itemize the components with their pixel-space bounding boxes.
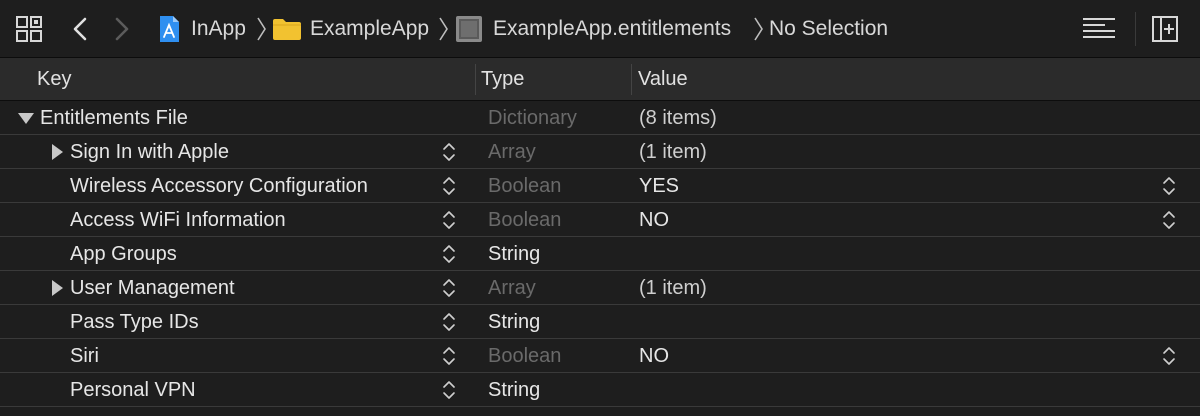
row-value[interactable]: (1 item) (639, 271, 707, 305)
row-type[interactable]: Dictionary (488, 101, 577, 135)
table-row[interactable]: Siri Boolean NO (0, 339, 1200, 373)
row-type[interactable]: Boolean (488, 203, 561, 237)
type-stepper-icon[interactable] (442, 174, 456, 198)
value-stepper-icon[interactable] (1162, 344, 1176, 368)
table-row[interactable]: App Groups String (0, 237, 1200, 271)
row-type[interactable]: Array (488, 135, 536, 169)
editor-jump-bar: InApp ExampleApp ExampleApp.entitlements… (0, 0, 1200, 58)
grid-icon[interactable] (14, 14, 44, 44)
disclosure-collapsed-icon[interactable] (47, 135, 67, 169)
row-type[interactable]: String (488, 305, 540, 339)
table-row[interactable]: Sign In with Apple Array (1 item) (0, 135, 1200, 169)
table-row[interactable]: Entitlements File Dictionary (8 items) (0, 101, 1200, 135)
type-stepper-icon[interactable] (442, 378, 456, 402)
column-header-type[interactable]: Type (481, 58, 524, 101)
table-row[interactable]: Access WiFi Information Boolean NO (0, 203, 1200, 237)
row-type[interactable]: String (488, 373, 540, 407)
row-value[interactable]: NO (639, 203, 669, 237)
entitlements-file-icon (454, 14, 484, 44)
breadcrumb-item-folder[interactable]: ExampleApp (310, 14, 429, 44)
breadcrumb-item-selection[interactable]: No Selection (769, 14, 888, 44)
chevron-left-icon[interactable] (68, 14, 92, 44)
type-stepper-icon[interactable] (442, 208, 456, 232)
table-row[interactable]: User Management Array (1 item) (0, 271, 1200, 305)
value-stepper-icon[interactable] (1162, 208, 1176, 232)
row-key: App Groups (70, 243, 177, 265)
row-value[interactable]: NO (639, 339, 669, 373)
row-key: User Management (70, 277, 235, 299)
type-stepper-icon[interactable] (442, 310, 456, 334)
folder-icon (272, 14, 302, 44)
row-value[interactable]: (8 items) (639, 101, 717, 135)
row-key: Sign In with Apple (70, 141, 229, 163)
type-stepper-icon[interactable] (442, 242, 456, 266)
column-header-key[interactable]: Key (37, 58, 71, 101)
breadcrumb-separator-icon (439, 17, 448, 41)
row-key: Access WiFi Information (70, 209, 286, 231)
row-type[interactable]: String (488, 237, 540, 271)
breadcrumb-separator-icon (754, 17, 763, 41)
add-editor-icon[interactable] (1150, 14, 1180, 44)
row-value[interactable]: (1 item) (639, 135, 707, 169)
row-key: Wireless Accessory Configuration (70, 175, 368, 197)
row-key: Siri (70, 345, 99, 367)
row-key: Pass Type IDs (70, 311, 199, 333)
disclosure-collapsed-icon[interactable] (47, 271, 67, 305)
lines-icon[interactable] (1080, 14, 1118, 44)
table-row[interactable]: Wireless Accessory Configuration Boolean… (0, 169, 1200, 203)
chevron-right-icon[interactable] (110, 14, 134, 44)
row-type[interactable]: Boolean (488, 339, 561, 373)
table-row[interactable]: Pass Type IDs String (0, 305, 1200, 339)
type-stepper-icon[interactable] (442, 276, 456, 300)
column-header-value[interactable]: Value (638, 58, 688, 101)
row-value[interactable]: YES (639, 169, 679, 203)
breadcrumb-separator-icon (257, 17, 266, 41)
column-separator[interactable] (631, 64, 632, 95)
project-file-icon (156, 14, 182, 44)
type-stepper-icon[interactable] (442, 344, 456, 368)
disclosure-expanded-icon[interactable] (16, 101, 36, 135)
toolbar-divider (1135, 12, 1136, 46)
column-separator[interactable] (475, 64, 476, 95)
row-key: Entitlements File (40, 107, 188, 129)
type-stepper-icon[interactable] (442, 140, 456, 164)
row-type[interactable]: Boolean (488, 169, 561, 203)
value-stepper-icon[interactable] (1162, 174, 1176, 198)
table-header: Key Type Value (0, 58, 1200, 101)
row-type[interactable]: Array (488, 271, 536, 305)
table-row[interactable]: Personal VPN String (0, 373, 1200, 407)
breadcrumb-item-project[interactable]: InApp (191, 14, 246, 44)
breadcrumb-item-file[interactable]: ExampleApp.entitlements (493, 14, 731, 44)
row-key: Personal VPN (70, 379, 196, 401)
